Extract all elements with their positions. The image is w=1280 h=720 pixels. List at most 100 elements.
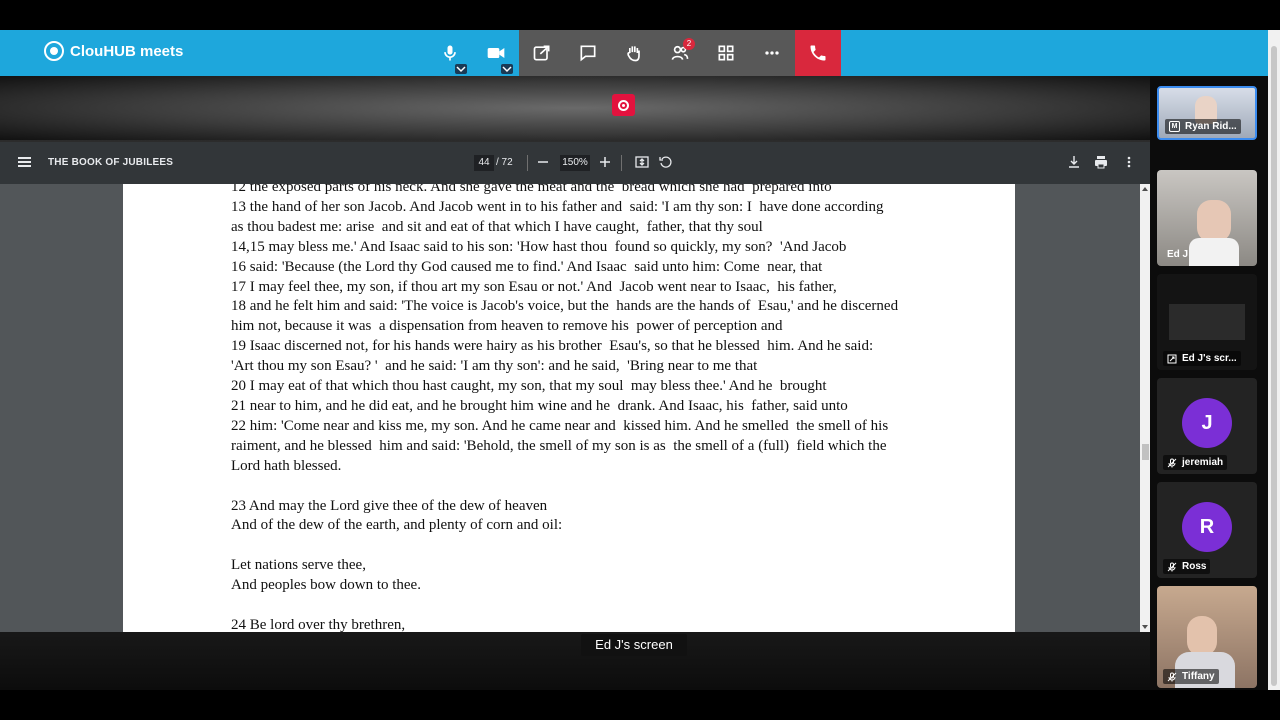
download-icon: [1069, 156, 1079, 168]
printer-icon: [1095, 156, 1107, 169]
participant-tile-jeremiah[interactable]: J jeremiah: [1157, 378, 1257, 474]
pdf-text-line: 12 the exposed parts of his neck. And sh…: [231, 184, 832, 195]
participant-name: Ed J: [1167, 249, 1189, 260]
participant-badge: M: [1169, 121, 1180, 132]
phone-icon: [810, 45, 826, 61]
pdf-text-line: And of the dew of the earth, and plenty …: [231, 517, 563, 534]
participant-label: Tiffany: [1163, 669, 1219, 684]
participant-name: Ed J's scr...: [1182, 353, 1237, 364]
window-bottom-bar: [0, 690, 1280, 720]
pdf-text-line: 18 and he felt him and said: 'The voice …: [231, 298, 899, 315]
record-icon: [618, 99, 629, 111]
participant-name: Tiffany: [1182, 671, 1215, 682]
participant-video: [1187, 616, 1217, 656]
participant-video: [1197, 200, 1231, 242]
pdf-text-line: 20 I may eat of that which thou hast cau…: [231, 378, 827, 395]
pdf-text-line: 23 And may the Lord give thee of the dew…: [231, 497, 548, 514]
pdf-text-line: 'Art thou my son Esau? ' and he said: 'I…: [231, 358, 758, 375]
participant-video: [1189, 238, 1239, 266]
plus-icon: [600, 157, 610, 167]
participant-name: Ross: [1182, 561, 1207, 572]
pdf-page-text: 12 the exposed parts of his neck. And sh…: [231, 184, 898, 632]
pdf-text-line: 13 the hand of her son Jacob. And Jacob …: [231, 198, 884, 215]
participants-count-badge: 2: [683, 38, 695, 50]
grid-layout-icon: [718, 45, 734, 61]
scroll-down-arrow-icon[interactable]: [1142, 625, 1148, 629]
participant-tile-ed-screen[interactable]: Ed J's scr...: [1157, 274, 1257, 370]
pdf-page: 12 the exposed parts of his neck. And sh…: [123, 184, 1015, 632]
mic-off-icon: [1167, 562, 1177, 571]
brand-name: ClouHUB meets: [70, 42, 184, 60]
participant-label: Ed J's scr...: [1163, 351, 1241, 366]
toolbar-divider: [621, 155, 622, 171]
scrollbar-thumb[interactable]: [1142, 444, 1149, 460]
participant-tile-ed[interactable]: Ed J: [1157, 170, 1257, 266]
pdf-viewer-toolbar: THE BOOK OF JUBILEES 44 / 72 150%: [0, 142, 1150, 184]
pdf-more-button[interactable]: [1121, 154, 1137, 170]
clouthub-logo-icon: [44, 41, 64, 61]
stage-top-shade: [0, 76, 1150, 140]
microphone-icon: [444, 45, 456, 61]
more-horizontal-icon: [765, 51, 779, 55]
pdf-text-line: [231, 596, 898, 616]
zoom-in-button[interactable]: [597, 154, 613, 170]
page-number-input[interactable]: 44: [474, 155, 494, 171]
meeting-toolbar: ClouHUB meets 2: [0, 30, 1268, 76]
pdf-text-line: 19 Isaac discerned not, for his hands we…: [231, 338, 874, 355]
zoom-level-input[interactable]: 150%: [560, 155, 590, 171]
pdf-text-line: [231, 536, 898, 556]
screen-share-icon: [1167, 354, 1177, 363]
camera-options-caret[interactable]: [501, 64, 513, 74]
end-call-button[interactable]: [795, 30, 841, 76]
participant-tile-ryan[interactable]: M Ryan Rid...: [1157, 86, 1257, 140]
participant-label: jeremiah: [1163, 455, 1228, 470]
pdf-document-area[interactable]: 12 the exposed parts of his neck. And sh…: [0, 184, 1140, 632]
zoom-out-button[interactable]: [535, 154, 551, 170]
participants-button[interactable]: 2: [657, 30, 703, 76]
participant-tile-tiffany[interactable]: Tiffany: [1157, 586, 1257, 688]
pdf-text-line: raiment, and he blessed him and said: 'B…: [231, 437, 887, 454]
microphone-button[interactable]: [427, 30, 473, 76]
pdf-text-line: And peoples bow down to thee.: [231, 577, 421, 594]
pdf-text-line: 21 near to him, and he did eat, and he b…: [231, 397, 848, 414]
page-scrollbar[interactable]: [1268, 30, 1280, 690]
pdf-text-line: [231, 477, 898, 497]
toolbar-divider: [527, 155, 528, 171]
video-camera-icon: [487, 48, 505, 58]
scroll-up-arrow-icon[interactable]: [1142, 187, 1148, 191]
microphone-options-caret[interactable]: [455, 64, 467, 74]
pdf-text-line: as thou badest me: arise and sit and eat…: [231, 218, 763, 235]
mic-off-icon: [1167, 672, 1177, 681]
camera-button[interactable]: [473, 30, 519, 76]
participant-avatar: J: [1182, 398, 1232, 448]
pdf-text-line: him not, because it was a dispensation f…: [231, 318, 783, 335]
participant-name: jeremiah: [1182, 457, 1224, 468]
chat-button[interactable]: [565, 30, 611, 76]
chevron-down-icon: [456, 66, 466, 73]
raise-hand-button[interactable]: [611, 30, 657, 76]
menu-icon[interactable]: [18, 157, 31, 167]
fit-page-button[interactable]: [634, 154, 650, 170]
screen-share-thumbnail: [1169, 304, 1245, 340]
chevron-down-icon: [502, 66, 512, 73]
brand: ClouHUB meets: [44, 41, 183, 61]
layout-button[interactable]: [703, 30, 749, 76]
pdf-title: THE BOOK OF JUBILEES: [48, 157, 174, 168]
recording-indicator[interactable]: [612, 94, 635, 116]
chat-icon: [580, 45, 596, 62]
more-options-button[interactable]: [749, 30, 795, 76]
rotate-button[interactable]: [658, 154, 674, 170]
participant-tile-ross[interactable]: R Ross: [1157, 482, 1257, 578]
participant-label: Ross: [1163, 559, 1211, 574]
share-screen-button[interactable]: [519, 30, 565, 76]
pdf-text-line: Lord hath blessed.: [231, 457, 342, 474]
participant-name: Ryan Rid...: [1185, 121, 1237, 132]
scrollbar-thumb[interactable]: [1271, 46, 1277, 686]
participant-avatar: R: [1182, 502, 1232, 552]
minus-icon: [538, 161, 548, 163]
print-button[interactable]: [1093, 154, 1109, 170]
download-button[interactable]: [1066, 154, 1082, 170]
fit-to-page-icon: [635, 156, 649, 168]
pdf-text-line: Let nations serve thee,: [231, 557, 366, 574]
screen-share-label: Ed J's screen: [581, 634, 687, 656]
